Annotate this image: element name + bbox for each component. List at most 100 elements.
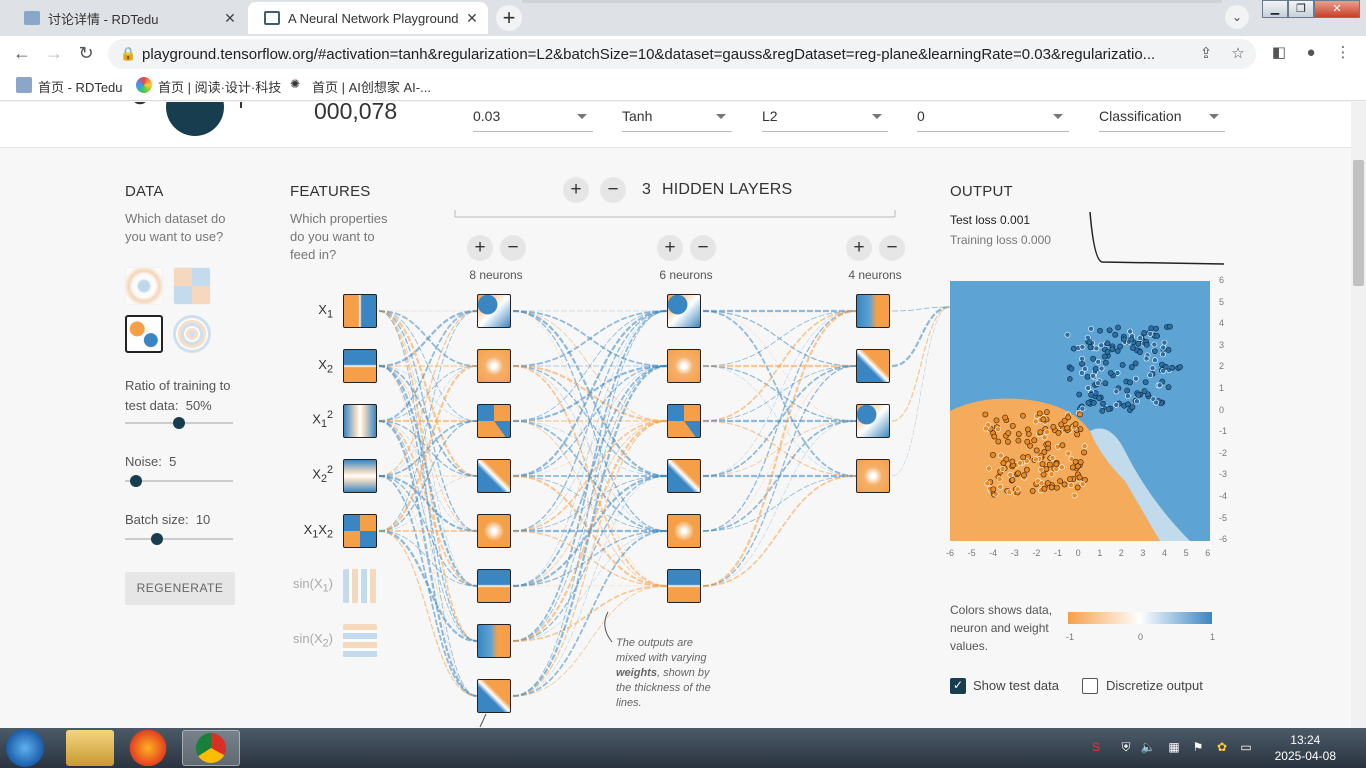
security-tray-icon[interactable]: ⛨ (1118, 740, 1134, 756)
weight-link[interactable] (891, 306, 951, 477)
discretize-output-checkbox[interactable] (1082, 678, 1098, 694)
neuron-l3-1[interactable] (856, 294, 890, 328)
x-tick: 4 (1162, 548, 1168, 558)
neuron-l3-4[interactable] (856, 459, 890, 493)
add-neuron-layer2-button[interactable]: + (657, 235, 683, 261)
neuron-l1-6[interactable] (477, 569, 511, 603)
show-test-data-checkbox[interactable]: ✓ (950, 678, 966, 694)
feature-x1x2[interactable] (343, 514, 377, 548)
legend-min: -1 (1066, 632, 1075, 642)
weight-link[interactable] (891, 305, 951, 368)
neuron-l1-8[interactable] (477, 679, 511, 713)
data-point-orange (991, 433, 998, 440)
lock-icon[interactable]: 🔒 (120, 46, 136, 62)
weight-link[interactable] (512, 365, 668, 642)
tab-rdtedu[interactable]: 讨论详情 - RDTedu ✕ (8, 2, 246, 34)
bookmark-design[interactable]: 首页 | 阅读·设计·科技 (136, 77, 281, 96)
y-tick: 3 (1219, 339, 1225, 350)
data-point-orange (1041, 434, 1048, 441)
start-button-icon[interactable] (6, 729, 44, 767)
neuron-l2-1[interactable] (667, 294, 701, 328)
neuron-l2-6[interactable] (667, 569, 701, 603)
profile-avatar-icon[interactable]: ● (1299, 41, 1323, 65)
remove-neuron-layer1-button[interactable]: − (500, 235, 526, 261)
data-point-orange (990, 452, 996, 458)
bookmark-star-icon[interactable]: ☆ (1226, 42, 1250, 66)
data-point-orange (1007, 472, 1014, 478)
menu-kebab-icon[interactable]: ⋮ (1331, 41, 1355, 65)
close-tab-icon[interactable]: ✕ (222, 10, 238, 26)
address-bar[interactable]: 🔒 playground.tensorflow.org/#activation=… (108, 39, 1256, 69)
weight-link[interactable] (702, 309, 857, 588)
data-point-orange (1076, 474, 1083, 481)
data-point-blue (1088, 391, 1095, 398)
neuron-l2-3[interactable] (667, 404, 701, 438)
data-point-blue (1160, 351, 1166, 358)
neuron-l1-1[interactable] (477, 294, 511, 328)
data-point-blue (1082, 365, 1088, 372)
neuron-l2-4[interactable] (667, 459, 701, 493)
share-icon[interactable]: ⇪ (1194, 42, 1218, 66)
reload-button[interactable]: ↻ (74, 41, 98, 65)
close-tab-icon[interactable]: ✕ (464, 10, 480, 26)
neuron-l1-2[interactable] (477, 349, 511, 383)
neuron-l1-7[interactable] (477, 624, 511, 658)
weight-link[interactable] (512, 310, 668, 587)
minimize-button[interactable]: ▁ (1262, 0, 1288, 18)
system-clock[interactable]: 13:24 2025-04-08 (1275, 732, 1336, 764)
feature-x2[interactable] (343, 349, 377, 383)
back-button[interactable]: ← (10, 41, 34, 65)
bookmark-rdtedu[interactable]: 首页 - RDTedu (16, 77, 123, 96)
add-neuron-layer1-button[interactable]: + (467, 235, 493, 261)
antivirus-tray-icon[interactable]: S (1088, 740, 1104, 756)
data-point-blue (1097, 327, 1103, 334)
feature-x1-squared[interactable] (343, 404, 377, 438)
page-scrollbar[interactable] (1351, 102, 1366, 728)
new-tab-button[interactable]: + (496, 5, 522, 31)
add-neuron-layer3-button[interactable]: + (846, 235, 872, 261)
neuron-l2-2[interactable] (667, 349, 701, 383)
neuron-l3-2[interactable] (856, 349, 890, 383)
neuron-l1-3[interactable] (477, 404, 511, 438)
forward-button[interactable]: → (42, 41, 66, 65)
tab-playground[interactable]: A Neural Network Playground ✕ (248, 2, 488, 34)
action-center-tray-icon[interactable]: ▭ (1238, 740, 1254, 756)
add-layer-button[interactable]: + (563, 177, 589, 203)
app-tray-icon[interactable]: ✿ (1214, 740, 1230, 756)
feature-sin-x1[interactable] (343, 569, 377, 603)
weight-link[interactable] (702, 475, 857, 587)
close-window-button[interactable]: ✕ (1314, 0, 1360, 18)
side-panel-icon[interactable]: ◧ (1267, 41, 1291, 65)
remove-layer-button[interactable]: − (600, 177, 626, 203)
data-point-orange (1032, 418, 1039, 425)
neuron-l1-4[interactable] (477, 459, 511, 493)
chrome-taskbar-icon[interactable] (182, 730, 240, 766)
tab-search-button[interactable]: ⌄ (1225, 5, 1249, 29)
neuron-l1-5[interactable] (477, 514, 511, 548)
feature-x1[interactable] (343, 294, 377, 328)
data-point-blue (1095, 380, 1101, 387)
data-point-orange (1015, 431, 1022, 437)
remove-neuron-layer2-button[interactable]: − (690, 235, 716, 261)
scrollbar-thumb[interactable] (1353, 160, 1364, 286)
data-point-blue (1112, 331, 1119, 338)
data-point-orange (1071, 492, 1078, 499)
volume-mute-tray-icon[interactable]: 🔈 (1140, 740, 1156, 756)
data-point-orange (1005, 430, 1012, 437)
data-point-orange (997, 452, 1004, 459)
firefox-icon[interactable] (124, 730, 172, 766)
neuron-l2-5[interactable] (667, 514, 701, 548)
network-tray-icon[interactable]: ▦ (1166, 740, 1182, 756)
data-point-blue (1127, 379, 1133, 386)
remove-neuron-layer3-button[interactable]: − (879, 235, 905, 261)
neuron-l3-3[interactable] (856, 404, 890, 438)
bookmark-ai[interactable]: ✺ 首页 | AI创想家 AI-... (290, 77, 431, 96)
output-heatmap[interactable] (950, 281, 1210, 541)
feature-sin-x2[interactable] (343, 624, 377, 658)
file-explorer-icon[interactable] (66, 730, 114, 766)
maximize-button[interactable]: ❐ (1288, 0, 1314, 18)
data-point-orange (1044, 480, 1051, 487)
flag-tray-icon[interactable]: ⚑ (1190, 740, 1206, 756)
weight-link[interactable] (378, 529, 478, 643)
feature-x2-squared[interactable] (343, 459, 377, 493)
